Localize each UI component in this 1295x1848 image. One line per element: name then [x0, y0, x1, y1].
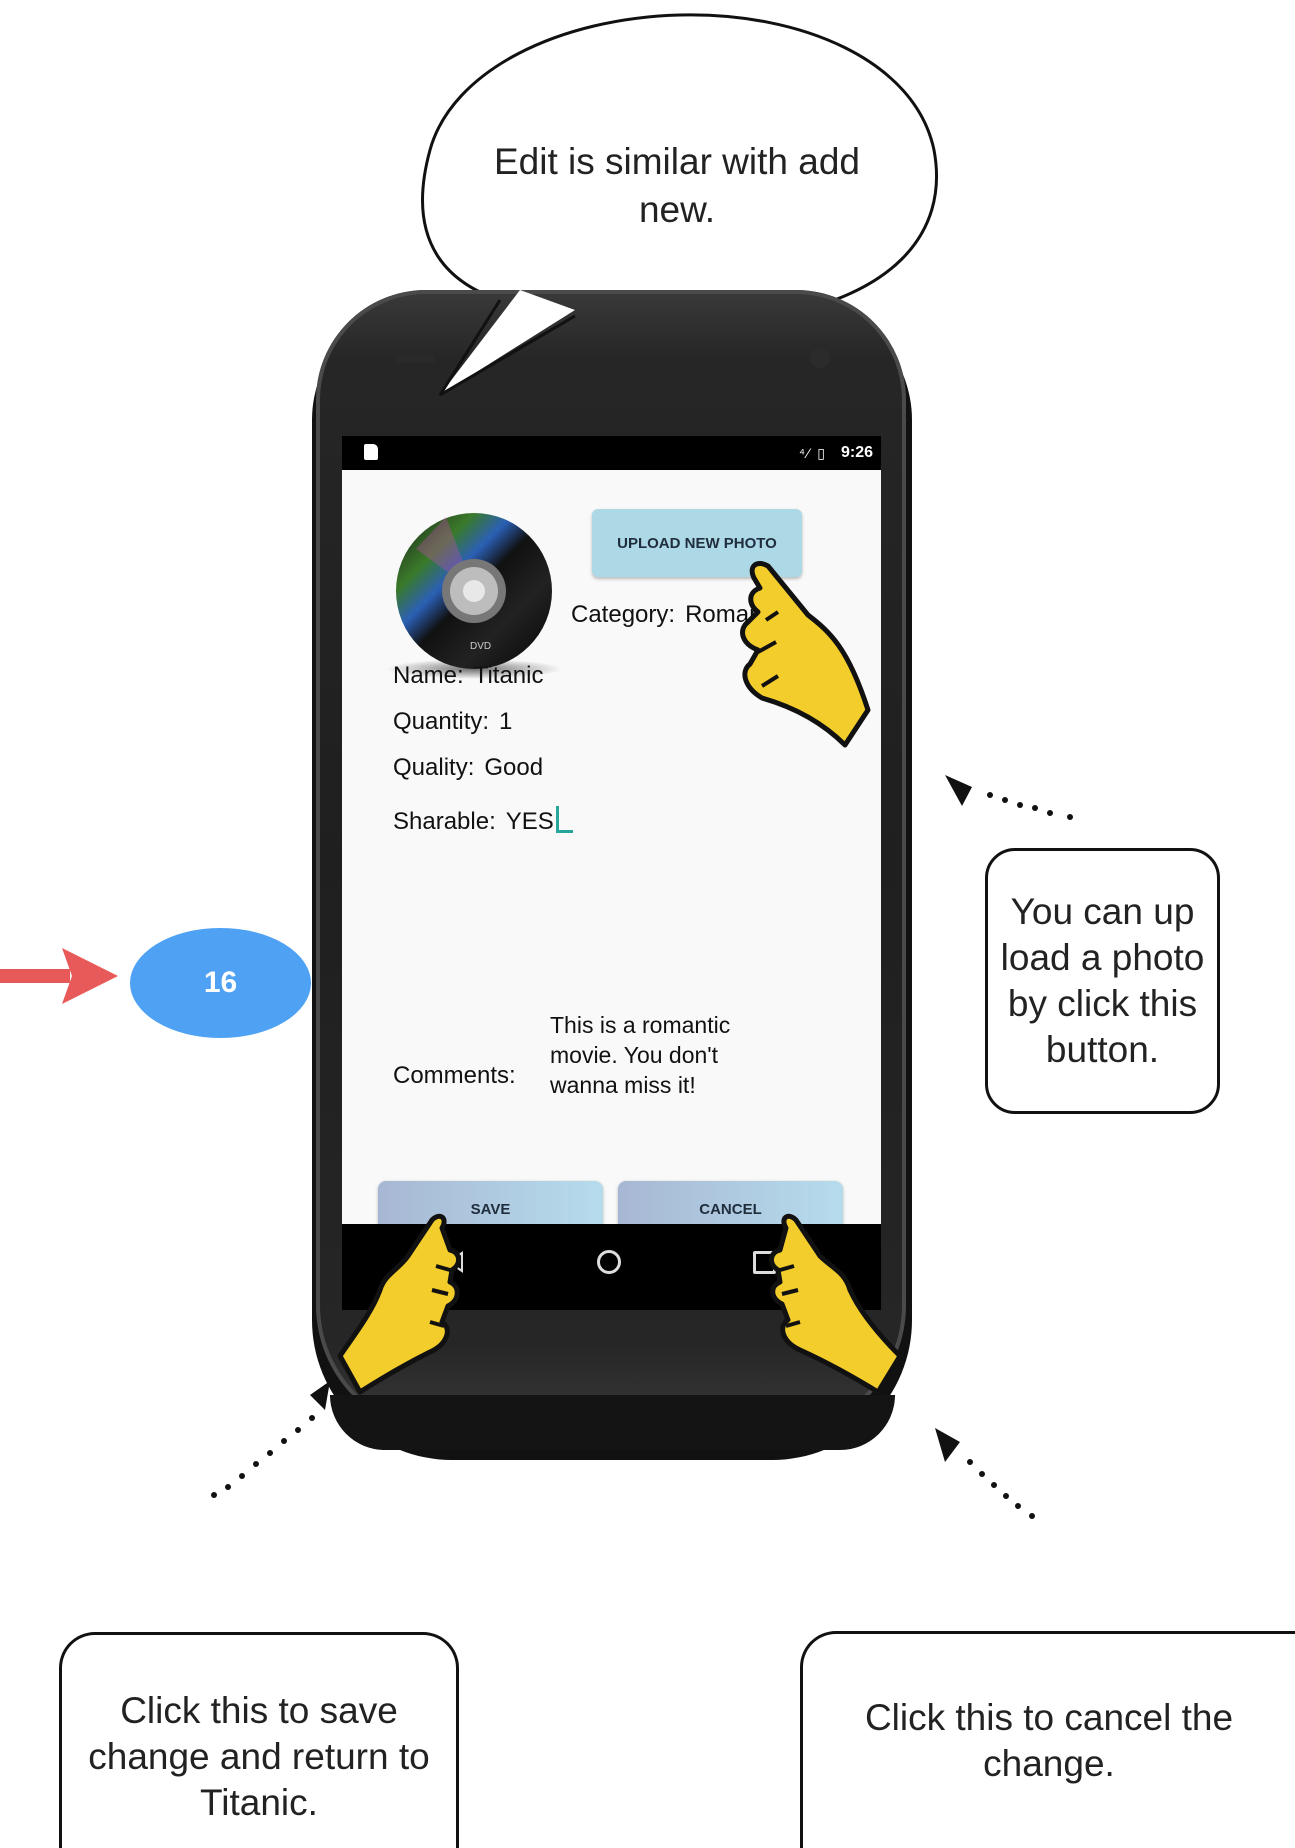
pointing-hand-icon: [337, 1213, 461, 1395]
red-arrow-icon: [0, 948, 118, 1004]
cancel-callout: Click this to cancel the change.: [800, 1631, 1295, 1848]
upload-callout: You can up load a photo by click this bu…: [985, 848, 1220, 1114]
pointing-hand-icon: [740, 561, 871, 748]
step-number-badge: 16: [130, 928, 311, 1038]
dotted-pointer-upload: [945, 775, 1073, 820]
pointing-hand-icon: [769, 1213, 903, 1395]
dotted-pointer-cancel: [935, 1428, 1035, 1519]
save-callout: Click this to save change and return to …: [59, 1632, 459, 1848]
dotted-pointer-save: [211, 1381, 330, 1498]
